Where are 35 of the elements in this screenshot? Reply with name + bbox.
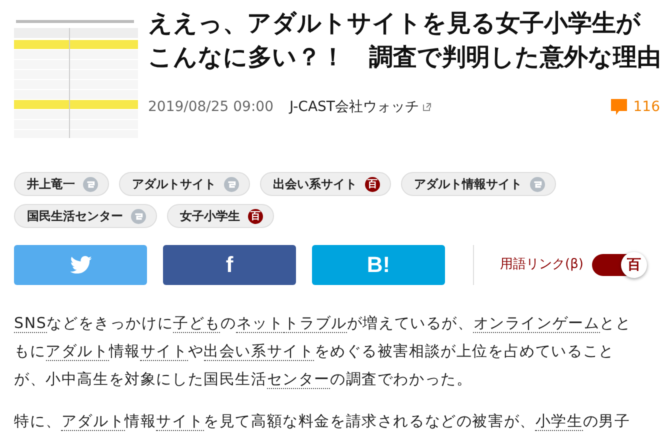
facebook-button[interactable]: f — [163, 245, 296, 285]
term-link[interactable]: 子ども — [173, 314, 220, 333]
article-paragraph: SNSなどをきっかけに子ども のネット トラブルが増えているが、オンラインゲーム とともに アダルト 情報サイト や出会い系サイト をめぐる被害相談が上位を占めていることが、小中高生を対象にした国民生活センターの調査でわかった。 — [14, 313, 632, 391]
tag-chip[interactable]: 女子小学生 百 — [167, 204, 274, 228]
term-link[interactable]: トラブル — [284, 314, 347, 333]
term-link[interactable]: 出会い系サイト — [204, 342, 314, 361]
term-link[interactable]: サイト — [156, 412, 204, 431]
tag-chip[interactable]: アダルト情報サイト — [401, 172, 556, 196]
dictionary-icon: 百 — [365, 176, 380, 192]
tag-chip[interactable]: 出会い系サイト 百 — [260, 172, 391, 196]
article-paragraph: 特に、アダルト 情報サイト を見て高額な料金を請求されるなどの被害が、小学生の男子 — [14, 411, 632, 433]
tag-chip[interactable]: 国民生活センター — [14, 204, 157, 228]
term-link[interactable]: アダルト — [61, 412, 125, 431]
term-link[interactable]: オンラインゲーム — [473, 314, 600, 333]
term-link[interactable]: センター — [266, 370, 330, 389]
term-link[interactable]: サイト — [140, 342, 188, 361]
tag-chip[interactable]: 井上竜一 — [14, 172, 109, 196]
toggle-label: 用語リンク(β) — [500, 257, 584, 273]
source-link[interactable]: J-CAST会社ウォッチ — [290, 98, 431, 116]
wiki-icon — [530, 176, 545, 192]
external-link-icon[interactable] — [422, 103, 431, 111]
term-link[interactable]: ネット — [236, 314, 284, 333]
article-title: ええっ、アダルトサイトを見る女子小学生がこんなに多い？！ 調査で判明した意外な理由 — [148, 8, 662, 73]
comment-icon[interactable] — [611, 99, 628, 115]
twitter-button[interactable] — [14, 245, 148, 285]
term-link[interactable]: 小学生 — [535, 412, 583, 431]
tag-chip[interactable]: アダルトサイト — [119, 172, 250, 196]
wiki-icon — [83, 176, 98, 192]
term-link[interactable]: SNS — [14, 314, 47, 333]
term-link[interactable]: アダルト — [46, 342, 109, 361]
dictionary-icon: 百 — [248, 208, 263, 224]
publish-date: 2019/08/25 09:00 — [148, 99, 274, 115]
wiki-icon — [224, 176, 239, 192]
wiki-icon — [131, 208, 146, 224]
bird-icon — [70, 256, 92, 274]
